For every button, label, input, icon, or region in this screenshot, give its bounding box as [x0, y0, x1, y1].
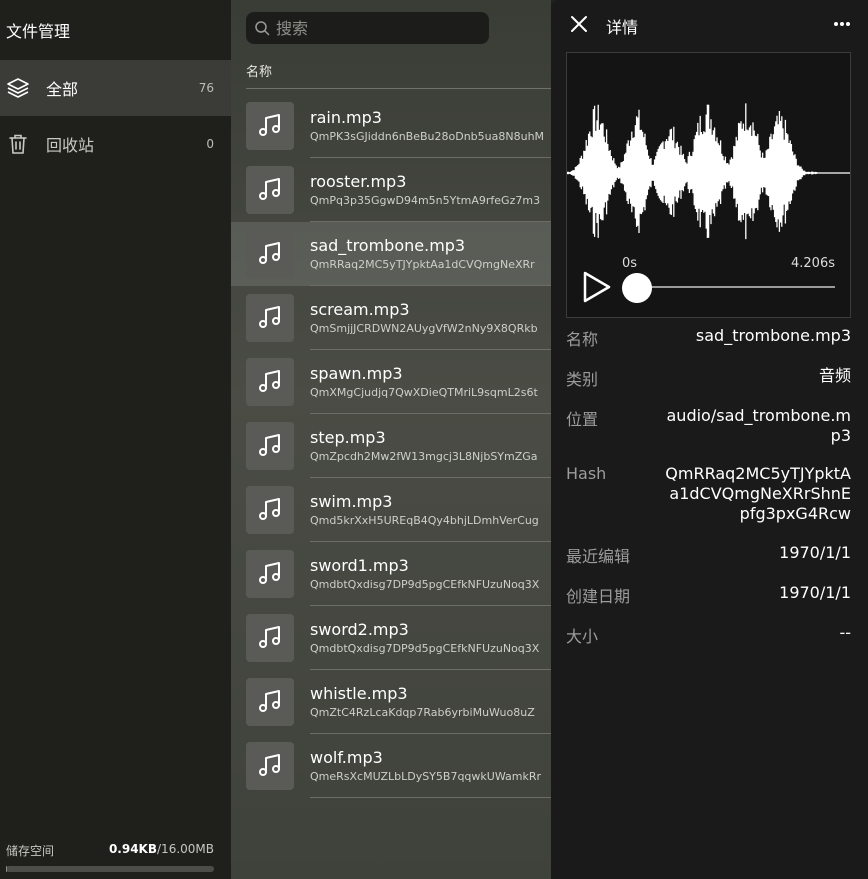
file-thumbnail	[246, 358, 294, 406]
more-icon[interactable]	[832, 14, 852, 34]
search-input[interactable]	[276, 16, 476, 40]
time-start: 0s	[622, 256, 638, 271]
layers-icon	[7, 78, 29, 98]
file-name: sword1.mp3	[310, 556, 409, 575]
info-key: Hash	[566, 464, 607, 483]
info-key: 位置	[566, 410, 599, 429]
file-row[interactable]: rain.mp3 QmPK3sGJiddn6nBeBu28oDnb5ua8N8uh…	[231, 94, 551, 158]
file-thumbnail	[246, 422, 294, 470]
file-name: swim.mp3	[310, 492, 393, 511]
file-row[interactable]: step.mp3 QmZpcdh2Mw2fW13mgcj3L8NjbSYmZGa	[231, 414, 551, 478]
sidebar-item-count: 76	[198, 81, 214, 95]
trash-icon	[9, 134, 27, 154]
file-row[interactable]: spawn.mp3 QmXMgCjudjq7QwXDieQTMriL9sqmL2s…	[231, 350, 551, 414]
file-hash: QmPq3p35GgwD94m5n5YtmA9rfeGz7m3	[310, 194, 541, 207]
file-thumbnail	[246, 742, 294, 790]
file-row[interactable]: whistle.mp3 QmZtC4RzLcaKdqp7Rab6yrbiMuWuo…	[231, 670, 551, 734]
storage-value: 0.94KB/16.00MB	[109, 842, 214, 856]
file-row[interactable]: wolf.mp3 QmeRsXcMUZLbLDySY5B7qqwkUWamkRr	[231, 734, 551, 798]
storage-bar	[6, 866, 214, 872]
file-row[interactable]: sword1.mp3 QmdbtQxdisg7DP9d5pgCEfkNFUzuNo…	[231, 542, 551, 606]
sidebar-item-trash[interactable]: 回收站 0	[0, 116, 231, 172]
info-key: 大小	[566, 627, 599, 646]
file-name: whistle.mp3	[310, 684, 408, 703]
file-row[interactable]: scream.mp3 QmSmjjJCRDWN2AUygVfW2nNy9X8QRk…	[231, 286, 551, 350]
info-value: sad_trombone.mp3	[695, 326, 851, 345]
info-key: 创建日期	[566, 587, 631, 606]
file-list: rain.mp3 QmPK3sGJiddn6nBeBu28oDnb5ua8N8uh…	[231, 94, 551, 798]
storage-total: /16.00MB	[157, 842, 214, 856]
info-key: 最近编辑	[566, 547, 631, 566]
file-name: sad_trombone.mp3	[310, 236, 466, 255]
file-hash: QmZpcdh2Mw2fW13mgcj3L8NjbSYmZGa	[310, 450, 538, 463]
time-end: 4.206s	[791, 256, 835, 271]
file-list-pane: 名称 rain.mp3 QmPK3sGJiddn6nBeBu28oDnb5ua8N…	[231, 0, 551, 879]
file-thumbnail	[246, 550, 294, 598]
file-name: spawn.mp3	[310, 364, 403, 383]
file-hash: QmRRaq2MC5yTJYpktAa1dCVQmgNeXRr	[310, 258, 535, 271]
file-row[interactable]: sword2.mp3 QmdbtQxdisg7DP9d5pgCEfkNFUzuNo…	[231, 606, 551, 670]
file-hash: QmeRsXcMUZLbLDySY5B7qqwkUWamkRr	[310, 770, 541, 783]
file-name: sword2.mp3	[310, 620, 409, 639]
info-value: audio/sad_trombone.mp3	[666, 406, 852, 445]
sidebar: 文件管理 全部 76 回收站 0 储存空间 0.94KB/16.00MB	[0, 0, 231, 879]
seek-track[interactable]	[639, 286, 835, 288]
file-name: scream.mp3	[310, 300, 410, 319]
file-thumbnail	[246, 102, 294, 150]
file-hash: QmdbtQxdisg7DP9d5pgCEfkNFUzuNoq3X	[310, 642, 540, 655]
file-thumbnail	[246, 614, 294, 662]
file-thumbnail	[246, 294, 294, 342]
play-icon[interactable]	[581, 270, 613, 304]
file-row[interactable]: rooster.mp3 QmPq3p35GgwD94m5n5YtmA9rfeGz7…	[231, 158, 551, 222]
storage-label: 储存空间	[6, 844, 55, 858]
column-header-name[interactable]: 名称	[246, 61, 272, 80]
file-hash: QmPK3sGJiddn6nBeBu28oDnb5ua8N8uhM	[310, 130, 545, 143]
detail-panel: 详情 0s 4.206s 名称 sad_trombone.mp3 类别 音频位置 aud…	[551, 0, 868, 879]
info-value: QmRRaq2MC5yTJYpktAa1dCVQmgNeXRrShnEpfg3p…	[665, 464, 851, 523]
search-box	[246, 12, 489, 44]
info-key: 类别	[566, 370, 599, 389]
sidebar-item-label: 回收站	[46, 136, 95, 155]
file-hash: QmSmjjJCRDWN2AUygVfW2nNy9X8QRkb	[310, 322, 538, 335]
storage-bar-fill	[6, 866, 8, 872]
sidebar-item-count: 0	[206, 137, 214, 151]
file-hash: QmZtC4RzLcaKdqp7Rab6yrbiMuWuo8uZ	[310, 706, 535, 719]
header-divider	[246, 88, 551, 89]
file-row[interactable]: swim.mp3 Qmd5krXxH5UREqB4Qy4bhjLDmhVerCug	[231, 478, 551, 542]
file-name: rain.mp3	[310, 108, 382, 127]
info-value: 1970/1/1	[779, 583, 851, 602]
storage-used: 0.94KB	[108, 842, 158, 856]
file-hash: QmdbtQxdisg7DP9d5pgCEfkNFUzuNoq3X	[310, 578, 540, 591]
app-title: 文件管理	[6, 22, 71, 41]
file-hash: QmXMgCjudjq7QwXDieQTMriL9sqmL2s6t	[310, 386, 538, 399]
file-thumbnail	[246, 166, 294, 214]
detail-title: 详情	[606, 18, 639, 37]
info-key: 名称	[566, 330, 599, 349]
file-thumbnail	[246, 678, 294, 726]
waveform	[567, 103, 850, 240]
file-row[interactable]: sad_trombone.mp3 QmRRaq2MC5yTJYpktAa1dCVQ…	[231, 222, 551, 286]
audio-player: 0s 4.206s	[566, 52, 851, 318]
info-value: 音频	[818, 366, 851, 385]
row-divider	[310, 797, 551, 798]
search-icon	[255, 21, 270, 36]
file-name: rooster.mp3	[310, 172, 407, 191]
file-hash: Qmd5krXxH5UREqB4Qy4bhjLDmhVerCug	[310, 514, 539, 527]
file-thumbnail	[246, 230, 294, 278]
info-value: 1970/1/1	[779, 543, 851, 562]
file-name: wolf.mp3	[310, 748, 383, 767]
seek-handle[interactable]	[622, 273, 652, 303]
sidebar-item-label: 全部	[46, 80, 79, 99]
file-name: step.mp3	[310, 428, 386, 447]
file-thumbnail	[246, 486, 294, 534]
sidebar-item-all[interactable]: 全部 76	[0, 60, 231, 116]
close-icon[interactable]	[569, 14, 589, 34]
info-value: --	[839, 623, 851, 642]
